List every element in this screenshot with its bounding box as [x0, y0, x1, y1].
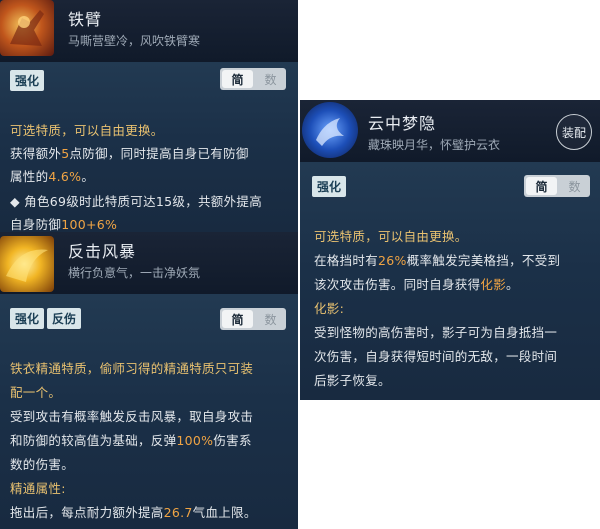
desc-line: 属性的4.6%。 [10, 169, 95, 184]
desc-line: 在格挡时有26%概率触发完美格挡，不受到 [314, 253, 561, 268]
desc-line: ◆ 角色69级时此特质可达15级，共额外提高 [10, 194, 262, 209]
trait-desc: 马嘶营壁冷，风吹铁臂寒 [68, 34, 201, 48]
tag-enhance: 强化 [10, 70, 45, 91]
tag-enhance: 强化 [10, 308, 45, 329]
desc-line: 数的伤害。 [10, 457, 75, 472]
desc-line: 受到怪物的高伤害时，影子可为自身抵挡一 [314, 325, 558, 340]
toggle-number[interactable]: 数 [255, 68, 286, 90]
desc-line: 可选特质，可以自由更换。 [314, 229, 468, 244]
trait-desc: 横行负意气，一击净妖氛 [68, 266, 201, 280]
desc-line: 精通属性: [10, 481, 66, 496]
toggle-simple[interactable]: 简 [526, 177, 557, 195]
toggle-number[interactable]: 数 [255, 308, 286, 330]
desc-line: 可选特质，可以自由更换。 [10, 123, 164, 138]
trait-name: 云中梦隐 [368, 114, 437, 133]
desc-line: 后影子恢复。 [314, 373, 391, 388]
trait-icon-tiebi [0, 0, 54, 56]
equip-button[interactable]: 装配 [556, 114, 592, 150]
desc-line: 获得额外5点防御，同时提高自身已有防御 [10, 146, 249, 161]
desc-line: 受到攻击有概率触发反击风暴，取自身攻击 [10, 409, 254, 424]
highlight-term: 化影 [480, 277, 507, 292]
desc-line: 配一个。 [10, 385, 62, 400]
toggle-number[interactable]: 数 [559, 175, 590, 197]
toggle-simple[interactable]: 简 [222, 310, 253, 328]
desc-line: 化影: [314, 301, 345, 316]
detail-toggle[interactable]: 简 数 [524, 175, 590, 197]
desc-line: 铁衣精通特质，偷师习得的精通特质只可装 [10, 361, 254, 376]
tag-list: 强化 [312, 176, 347, 197]
trait-card-yunzhong: 云中梦隐 藏珠映月华，怀璧护云衣 装配 强化 简 数 可选特质，可以自由更换。 … [300, 100, 600, 400]
tag-list: 强化 [10, 70, 45, 91]
tag-reflect: 反伤 [47, 308, 82, 329]
desc-line: 拖出后，每点耐力额外提高26.7气血上限。 [10, 505, 257, 520]
toggle-simple[interactable]: 简 [222, 70, 253, 88]
detail-toggle[interactable]: 简 数 [220, 68, 286, 90]
tag-list: 强化 反伤 [10, 308, 82, 329]
trait-icon-fanji [0, 236, 54, 292]
trait-name: 反击风暴 [68, 242, 137, 261]
desc-line: 该次攻击伤害。同时自身获得化影。 [314, 277, 519, 292]
tag-enhance: 强化 [312, 176, 347, 197]
trait-card-tiebi: 铁臂 马嘶营壁冷，风吹铁臂寒 强化 简 数 可选特质，可以自由更换。 获得额外5… [0, 0, 298, 232]
trait-desc: 藏珠映月华，怀璧护云衣 [368, 138, 501, 152]
trait-name: 铁臂 [68, 10, 103, 29]
desc-line: 和防御的较高值为基础，反弹100%伤害系 [10, 433, 252, 448]
desc-line: 次伤害，自身获得短时间的无敌，一段时间 [314, 349, 558, 364]
trait-card-fanji: 反击风暴 横行负意气，一击净妖氛 强化 反伤 简 数 铁衣精通特质，偷师习得的精… [0, 232, 298, 529]
desc-line: 自身防御100+6% [10, 217, 118, 232]
detail-toggle[interactable]: 简 数 [220, 308, 286, 330]
trait-icon-yunzhong [302, 102, 358, 158]
